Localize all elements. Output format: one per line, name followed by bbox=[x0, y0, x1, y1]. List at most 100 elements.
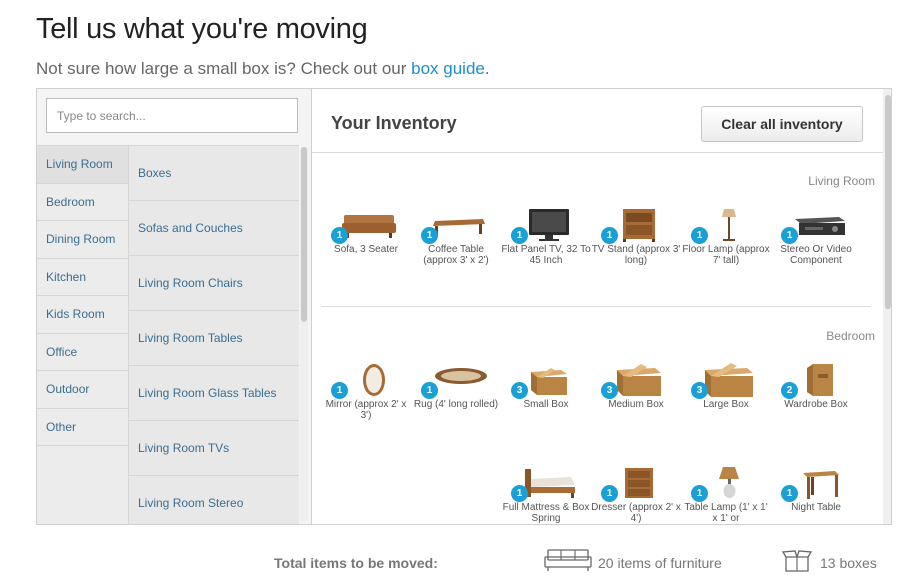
category-item-tvs[interactable]: Living Room TVs bbox=[129, 421, 299, 476]
totals-bar: Total items to be moved: 20 items of fur… bbox=[0, 540, 904, 580]
category-item-sofas[interactable]: Sofas and Couches bbox=[129, 201, 299, 256]
room-item-other[interactable]: Other bbox=[37, 409, 128, 446]
room-item-kitchen[interactable]: Kitchen bbox=[37, 259, 128, 296]
inventory-item[interactable]: 1 Night Table bbox=[771, 465, 861, 513]
item-name: Mirror (approx 2' x 3') bbox=[325, 399, 407, 421]
clear-inventory-button[interactable]: Clear all inventory bbox=[701, 106, 863, 142]
table-lamp-icon bbox=[719, 467, 739, 498]
room-item-dining-room[interactable]: Dining Room bbox=[37, 221, 128, 259]
box-icon bbox=[617, 364, 661, 396]
item-count-badge: 3 bbox=[691, 382, 708, 399]
item-count-badge: 1 bbox=[691, 485, 708, 502]
category-item-glass-tables[interactable]: Living Room Glass Tables bbox=[129, 366, 299, 421]
item-count-badge: 1 bbox=[781, 485, 798, 502]
dresser-icon bbox=[625, 468, 653, 498]
coffee-table-icon bbox=[433, 219, 485, 236]
inventory-item[interactable]: 1 Stereo Or Video Component bbox=[771, 207, 861, 266]
item-count-badge: 1 bbox=[691, 227, 708, 244]
category-item-stereo[interactable]: Living Room Stereo bbox=[129, 476, 299, 524]
inventory-item[interactable]: 1 Mirror (approx 2' x 3') bbox=[321, 362, 411, 421]
inventory-item[interactable]: 3 Large Box bbox=[681, 362, 771, 410]
item-name: Stereo Or Video Component bbox=[780, 244, 852, 266]
item-name: Small Box bbox=[523, 399, 569, 410]
item-name: Wardrobe Box bbox=[784, 399, 848, 410]
page-subtitle: Not sure how large a small box is? Check… bbox=[36, 59, 490, 78]
item-name: Coffee Table (approx 3' x 2') bbox=[423, 244, 489, 266]
item-count-badge: 1 bbox=[331, 227, 348, 244]
category-scrollbar[interactable] bbox=[300, 147, 308, 522]
inventory-item[interactable]: 2 Wardrobe Box bbox=[771, 362, 861, 410]
item-name: Large Box bbox=[703, 399, 749, 410]
inventory-item[interactable]: 1 Flat Panel TV, 32 To 45 Inch bbox=[501, 207, 591, 266]
section-title-living-room: Living Room bbox=[808, 174, 875, 188]
item-count-badge: 1 bbox=[511, 485, 528, 502]
item-count-badge: 1 bbox=[601, 485, 618, 502]
item-count-badge: 1 bbox=[601, 227, 618, 244]
box-outline-icon bbox=[782, 550, 812, 572]
inventory-item[interactable]: 1 Coffee Table (approx 3' x 2') bbox=[411, 207, 501, 266]
item-name: Full Mattress & Box Spring bbox=[502, 502, 590, 524]
category-item-tables[interactable]: Living Room Tables bbox=[129, 311, 299, 366]
item-name: Medium Box bbox=[608, 399, 664, 410]
tv-icon bbox=[529, 209, 569, 241]
inventory-title: Your Inventory bbox=[331, 113, 457, 133]
night-table-icon bbox=[803, 471, 839, 499]
room-item-outdoor[interactable]: Outdoor bbox=[37, 371, 128, 409]
floor-lamp-icon bbox=[722, 209, 736, 241]
room-list: Living Room Bedroom Dining Room Kitchen … bbox=[37, 145, 129, 524]
item-count-badge: 3 bbox=[511, 382, 528, 399]
search-area bbox=[37, 89, 311, 145]
mirror-icon bbox=[363, 364, 385, 396]
room-item-office[interactable]: Office bbox=[37, 334, 128, 371]
inventory-scrollbar[interactable] bbox=[883, 89, 891, 524]
item-count-badge: 1 bbox=[421, 382, 438, 399]
item-name: Table Lamp (1' x 1' x 1' or bbox=[684, 502, 768, 524]
inventory-item[interactable]: 1 Sofa, 3 Seater bbox=[321, 207, 411, 255]
inventory-item[interactable]: 1 TV Stand (approx 3' long) bbox=[591, 207, 681, 266]
box-count: 13 boxes bbox=[820, 555, 877, 571]
sofa-outline-icon bbox=[544, 549, 592, 571]
wardrobe-box-icon bbox=[807, 364, 833, 396]
room-item-kids-room[interactable]: Kids Room bbox=[37, 296, 128, 334]
tv-stand-icon bbox=[623, 209, 655, 242]
inventory-panel: Living Room Bedroom Dining Room Kitchen … bbox=[36, 88, 892, 525]
item-name: Flat Panel TV, 32 To 45 Inch bbox=[501, 244, 591, 266]
item-name: Dresser (approx 2' x 4') bbox=[591, 502, 681, 524]
item-count-badge: 1 bbox=[421, 227, 438, 244]
rug-icon bbox=[435, 368, 487, 384]
search-input[interactable] bbox=[46, 98, 298, 133]
box-guide-link[interactable]: box guide bbox=[411, 59, 485, 78]
furniture-count: 20 items of furniture bbox=[598, 555, 722, 571]
inventory-item[interactable]: 1 Table Lamp (1' x 1' x 1' or bbox=[681, 465, 771, 524]
box-icon bbox=[531, 368, 567, 395]
inventory-item[interactable]: 3 Medium Box bbox=[591, 362, 681, 410]
category-item-chairs[interactable]: Living Room Chairs bbox=[129, 256, 299, 311]
inventory-item[interactable]: 1 Dresser (approx 2' x 4') bbox=[591, 465, 681, 524]
item-count-badge: 1 bbox=[331, 382, 348, 399]
item-count-badge: 2 bbox=[781, 382, 798, 399]
box-icon bbox=[705, 363, 753, 397]
total-label: Total items to be moved: bbox=[274, 555, 438, 571]
inventory-scrollbar-thumb[interactable] bbox=[885, 95, 891, 309]
inventory-header: Your Inventory Clear all inventory bbox=[312, 89, 886, 153]
inventory-item[interactable]: 1 Floor Lamp (approx 7' tall) bbox=[681, 207, 771, 266]
category-list: Boxes Sofas and Couches Living Room Chai… bbox=[129, 145, 299, 524]
category-scrollbar-thumb[interactable] bbox=[301, 147, 307, 322]
inventory-item[interactable]: 3 Small Box bbox=[501, 362, 591, 410]
item-name: Rug (4' long rolled) bbox=[413, 399, 499, 410]
bed-icon bbox=[525, 469, 575, 498]
section-divider bbox=[321, 306, 871, 307]
stereo-icon bbox=[795, 217, 845, 235]
inventory-item[interactable]: 1 Full Mattress & Box Spring bbox=[501, 465, 591, 524]
inventory-item[interactable]: 1 Rug (4' long rolled) bbox=[411, 362, 501, 410]
room-item-living-room[interactable]: Living Room bbox=[37, 146, 128, 184]
room-item-bedroom[interactable]: Bedroom bbox=[37, 184, 128, 221]
item-count-badge: 3 bbox=[601, 382, 618, 399]
item-name: TV Stand (approx 3' long) bbox=[591, 244, 681, 266]
item-count-badge: 1 bbox=[511, 227, 528, 244]
section-title-bedroom: Bedroom bbox=[826, 329, 875, 343]
page-title: Tell us what you're moving bbox=[36, 13, 368, 45]
category-item-boxes[interactable]: Boxes bbox=[129, 146, 299, 201]
sofa-icon bbox=[342, 215, 396, 238]
item-name: Floor Lamp (approx 7' tall) bbox=[682, 244, 770, 266]
